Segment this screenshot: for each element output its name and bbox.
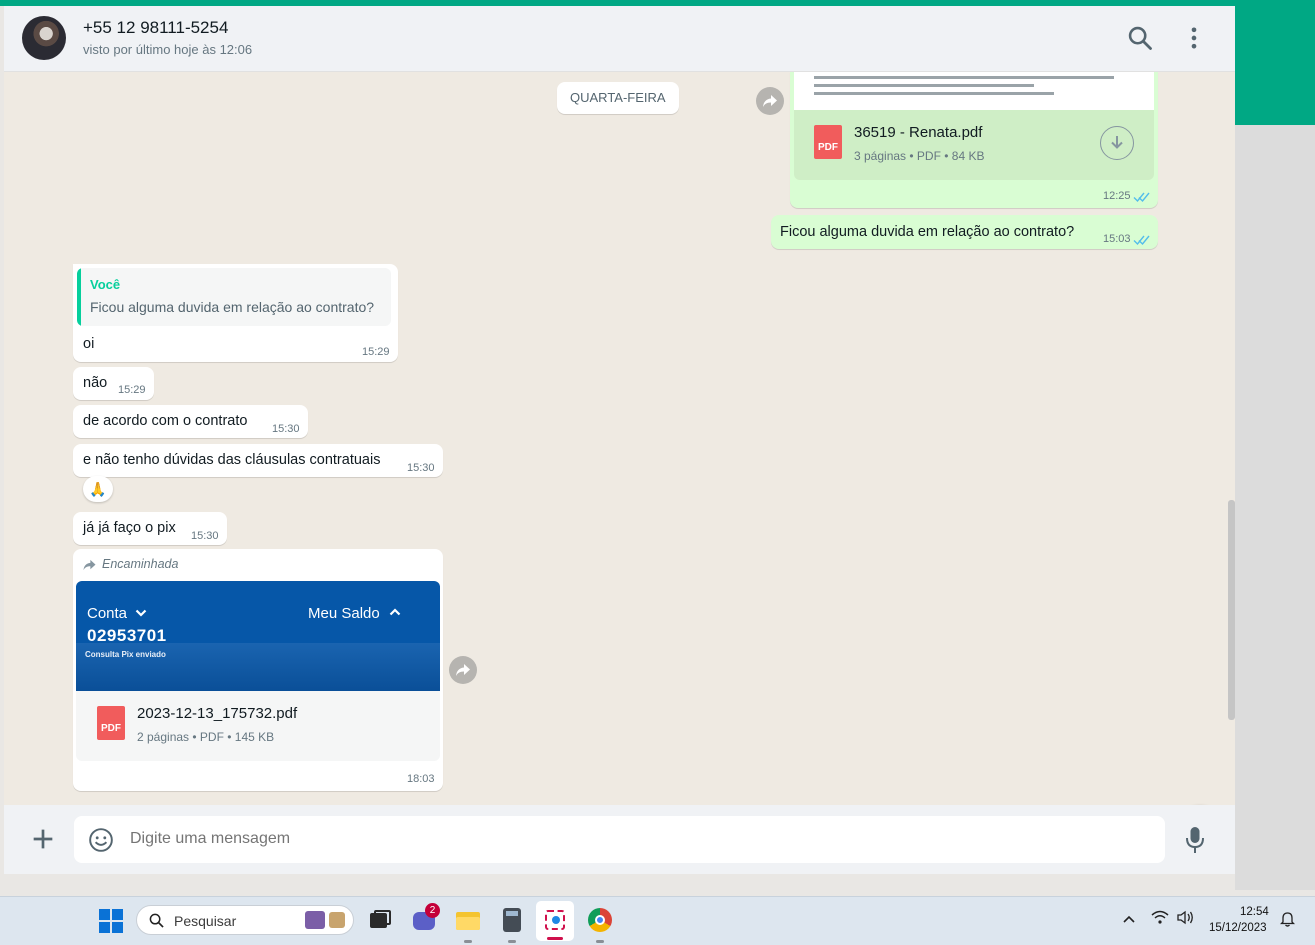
clock-time[interactable]: 12:54 [1240,906,1269,918]
message-time: 15:30 [272,423,300,435]
message-text: oi [83,336,95,352]
forward-icon[interactable] [449,656,477,684]
snipping-tool-icon[interactable] [542,907,568,933]
message-input[interactable] [130,830,1030,848]
message-text: não [83,375,108,391]
document-card[interactable]: PDF 36519 - Renata.pdf 3 páginas • PDF •… [794,110,1154,180]
file-name: 2023-12-13_175732.pdf [137,705,298,722]
search-icon[interactable] [1126,24,1154,52]
thumbnail-account-number: 02953701 [87,626,167,645]
search-highlight-icon [305,911,325,929]
download-button[interactable] [1100,126,1134,160]
chevron-down-icon [135,609,147,617]
search-highlight-icon [329,912,345,928]
wifi-icon[interactable] [1151,910,1169,925]
taskbar-search-label: Pesquisar [174,913,237,929]
quote-text: Ficou alguma duvida em relação ao contra… [90,299,375,315]
read-ticks-icon [1133,235,1150,246]
message-time: 18:03 [407,773,435,785]
avatar[interactable] [22,16,66,60]
thumbnail-subtitle: Consulta Pix enviado [85,650,166,659]
quote-author: Você [90,277,121,292]
search-icon [149,913,164,928]
download-icon [1111,136,1123,149]
menu-icon[interactable] [1180,24,1208,52]
clock-date[interactable]: 15/12/2023 [1209,922,1267,934]
running-indicator [464,940,472,943]
taskbar-search[interactable]: Pesquisar [136,905,354,935]
file-name: 36519 - Renata.pdf [854,124,983,141]
forwarded-label: Encaminhada [102,557,179,571]
volume-icon[interactable] [1176,910,1194,925]
preview-line [814,76,1114,79]
running-indicator [508,940,516,943]
background-panel [1235,125,1315,890]
reply-message[interactable]: Você Ficou alguma duvida em relação ao c… [73,264,398,362]
thumbnail-saldo: Meu Saldo [308,605,380,622]
preview-line [814,92,1054,95]
incoming-message[interactable]: já já faço o pix 15:30 [73,512,227,545]
document-message[interactable]: PDF 36519 - Renata.pdf 3 páginas • PDF •… [790,72,1158,208]
message-text: já já faço o pix [83,520,176,536]
active-indicator [547,937,563,940]
document-preview [794,72,1154,110]
message-text: de acordo com o contrato [83,413,248,429]
notification-bell-icon[interactable] [1280,911,1295,927]
running-indicator [596,940,604,943]
thumbnail-conta: Conta [87,605,128,622]
background-accent [1235,6,1315,125]
document-thumbnail[interactable]: Conta Meu Saldo 02953701 Consulta Pix en… [76,581,440,691]
message-input-box[interactable] [74,816,1165,863]
chevron-up-icon [389,608,401,616]
contact-name[interactable]: +55 12 98111-5254 [83,18,228,38]
chrome-icon[interactable] [587,907,613,933]
plus-icon[interactable] [29,825,57,853]
file-info: 3 páginas • PDF • 84 KB [854,149,985,163]
chat-window: +55 12 98111-5254 visto por último hoje … [4,6,1235,874]
message-time: 15:29 [362,346,390,358]
date-separator: QUARTA-FEIRA [557,82,679,114]
document-card[interactable]: PDF 2023-12-13_175732.pdf 2 páginas • PD… [76,691,440,761]
preview-line [814,84,1034,87]
scrollbar[interactable] [1228,500,1235,720]
message-time: 15:30 [191,530,219,542]
message-time: 12:25 [1103,190,1131,202]
notification-badge: 2 [425,903,440,918]
microphone-icon[interactable] [1183,825,1207,855]
read-ticks-icon [1133,192,1150,203]
composer [4,805,1235,874]
pdf-icon: PDF [97,706,125,740]
message-time: 15:03 [1103,233,1131,245]
pdf-icon: PDF [814,125,842,159]
contact-status: visto por último hoje às 12:06 [83,42,253,57]
chevron-up-icon[interactable] [1122,914,1136,924]
file-info: 2 páginas • PDF • 145 KB [137,730,275,744]
chat-header: +55 12 98111-5254 visto por último hoje … [4,6,1235,72]
quote-bar [77,268,81,326]
emoji-icon[interactable] [88,827,114,853]
reaction[interactable]: 🙏 [83,476,113,502]
forward-icon[interactable] [756,87,784,115]
message-text: Ficou alguma duvida em relação ao contra… [780,224,1075,240]
message-list: QUARTA-FEIRA PDF 36519 - Renata.pdf 3 pá… [4,72,1235,805]
calculator-icon[interactable] [499,907,525,933]
incoming-message[interactable]: de acordo com o contrato 15:30 [73,405,308,438]
incoming-message[interactable]: não 15:29 [73,367,154,400]
forwarded-document-message[interactable]: Encaminhada Conta Meu Saldo 02953701 Con… [73,549,443,791]
forwarded-icon [83,559,96,571]
incoming-message[interactable]: e não tenho dúvidas das cláusulas contra… [73,444,443,477]
task-view-icon[interactable] [367,907,393,933]
windows-start-icon[interactable] [99,909,123,933]
taskbar: Pesquisar 2 12:54 15/12/2023 [0,896,1315,945]
quoted-message[interactable]: Você Ficou alguma duvida em relação ao c… [77,268,391,326]
file-explorer-icon[interactable] [455,907,481,933]
message-text: e não tenho dúvidas das cláusulas contra… [83,452,381,468]
message-time: 15:30 [407,462,435,474]
message-time: 15:29 [118,384,146,396]
outgoing-message[interactable]: Ficou alguma duvida em relação ao contra… [771,215,1158,249]
